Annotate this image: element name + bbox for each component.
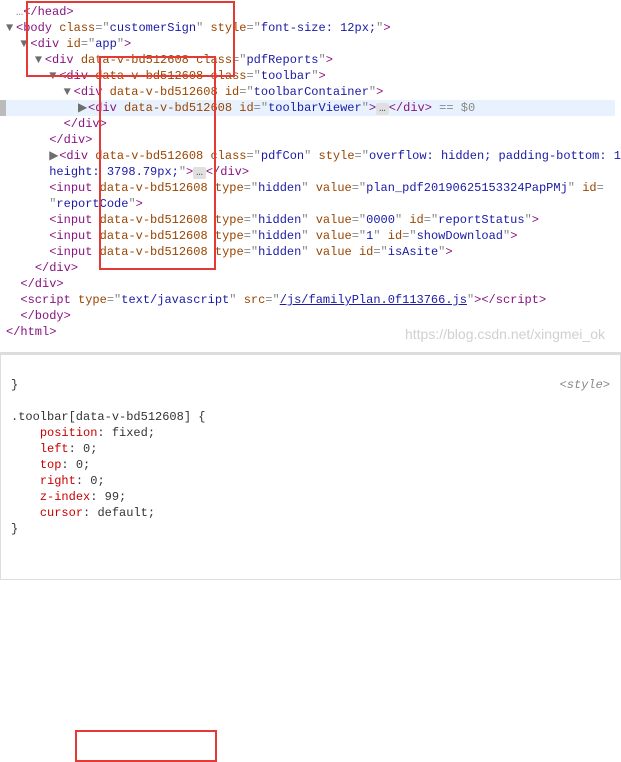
- styles-panel: } .toolbar[data-v-bd512608] { position: …: [0, 354, 621, 580]
- styles-prev-close: }: [11, 378, 18, 392]
- dom-input-isasite[interactable]: <input data-v-bd512608 type="hidden" val…: [6, 244, 615, 260]
- css-prop-position[interactable]: position: [40, 426, 98, 440]
- dom-input-showdownload[interactable]: <input data-v-bd512608 type="hidden" val…: [6, 228, 615, 244]
- dom-toolbarcontainer-div[interactable]: ▼<div data-v-bd512608 id="toolbarContain…: [6, 84, 615, 100]
- css-prop-right[interactable]: right: [40, 474, 76, 488]
- dom-app-div[interactable]: ▼<div id="app">: [6, 36, 615, 52]
- dom-pdfreports-div[interactable]: ▼<div data-v-bd512608 class="pdfReports"…: [6, 52, 615, 68]
- css-prop-cursor[interactable]: cursor: [40, 506, 83, 520]
- dom-pdfcon-div[interactable]: ▶<div data-v-bd512608 class="pdfCon" sty…: [6, 148, 615, 164]
- styles-close-brace: }: [11, 522, 18, 536]
- dom-body-close[interactable]: </body>: [6, 308, 615, 324]
- dom-input-reportstatus[interactable]: <input data-v-bd512608 type="hidden" val…: [6, 212, 615, 228]
- dom-input-reportcode-2[interactable]: "reportCode">: [6, 196, 615, 212]
- css-prop-left[interactable]: left: [40, 442, 69, 456]
- highlight-box-3: [75, 730, 217, 762]
- watermark: https://blog.csdn.net/xingmei_ok: [405, 326, 605, 342]
- styles-selector[interactable]: .toolbar[data-v-bd512608] {: [11, 410, 205, 424]
- css-prop-top[interactable]: top: [40, 458, 62, 472]
- dom-script[interactable]: <script type="text/javascript" src="/js/…: [6, 292, 615, 308]
- dom-close-4[interactable]: </div>: [6, 276, 615, 292]
- css-prop-zindex[interactable]: z-index: [40, 490, 90, 504]
- dom-close-1[interactable]: </div>: [6, 116, 615, 132]
- script-src-link[interactable]: /js/familyPlan.0f113766.js: [280, 293, 467, 307]
- styles-source-link[interactable]: <style>: [560, 377, 610, 393]
- dom-input-reportcode[interactable]: <input data-v-bd512608 type="hidden" val…: [6, 180, 615, 196]
- dom-close-3[interactable]: </div>: [6, 260, 615, 276]
- dom-body-open[interactable]: ▼<body class="customerSign" style="font-…: [6, 20, 615, 36]
- dom-selected-toolbarviewer[interactable]: ▶<div data-v-bd512608 id="toolbarViewer"…: [6, 100, 615, 116]
- elements-panel: …</head> ▼<body class="customerSign" sty…: [0, 0, 621, 344]
- dom-head-close[interactable]: …</head>: [6, 4, 615, 20]
- dom-toolbar-div[interactable]: ▼<div data-v-bd512608 class="toolbar">: [6, 68, 615, 84]
- dom-pdfcon-div-2[interactable]: height: 3798.79px;">…</div>: [6, 164, 615, 180]
- dom-close-2[interactable]: </div>: [6, 132, 615, 148]
